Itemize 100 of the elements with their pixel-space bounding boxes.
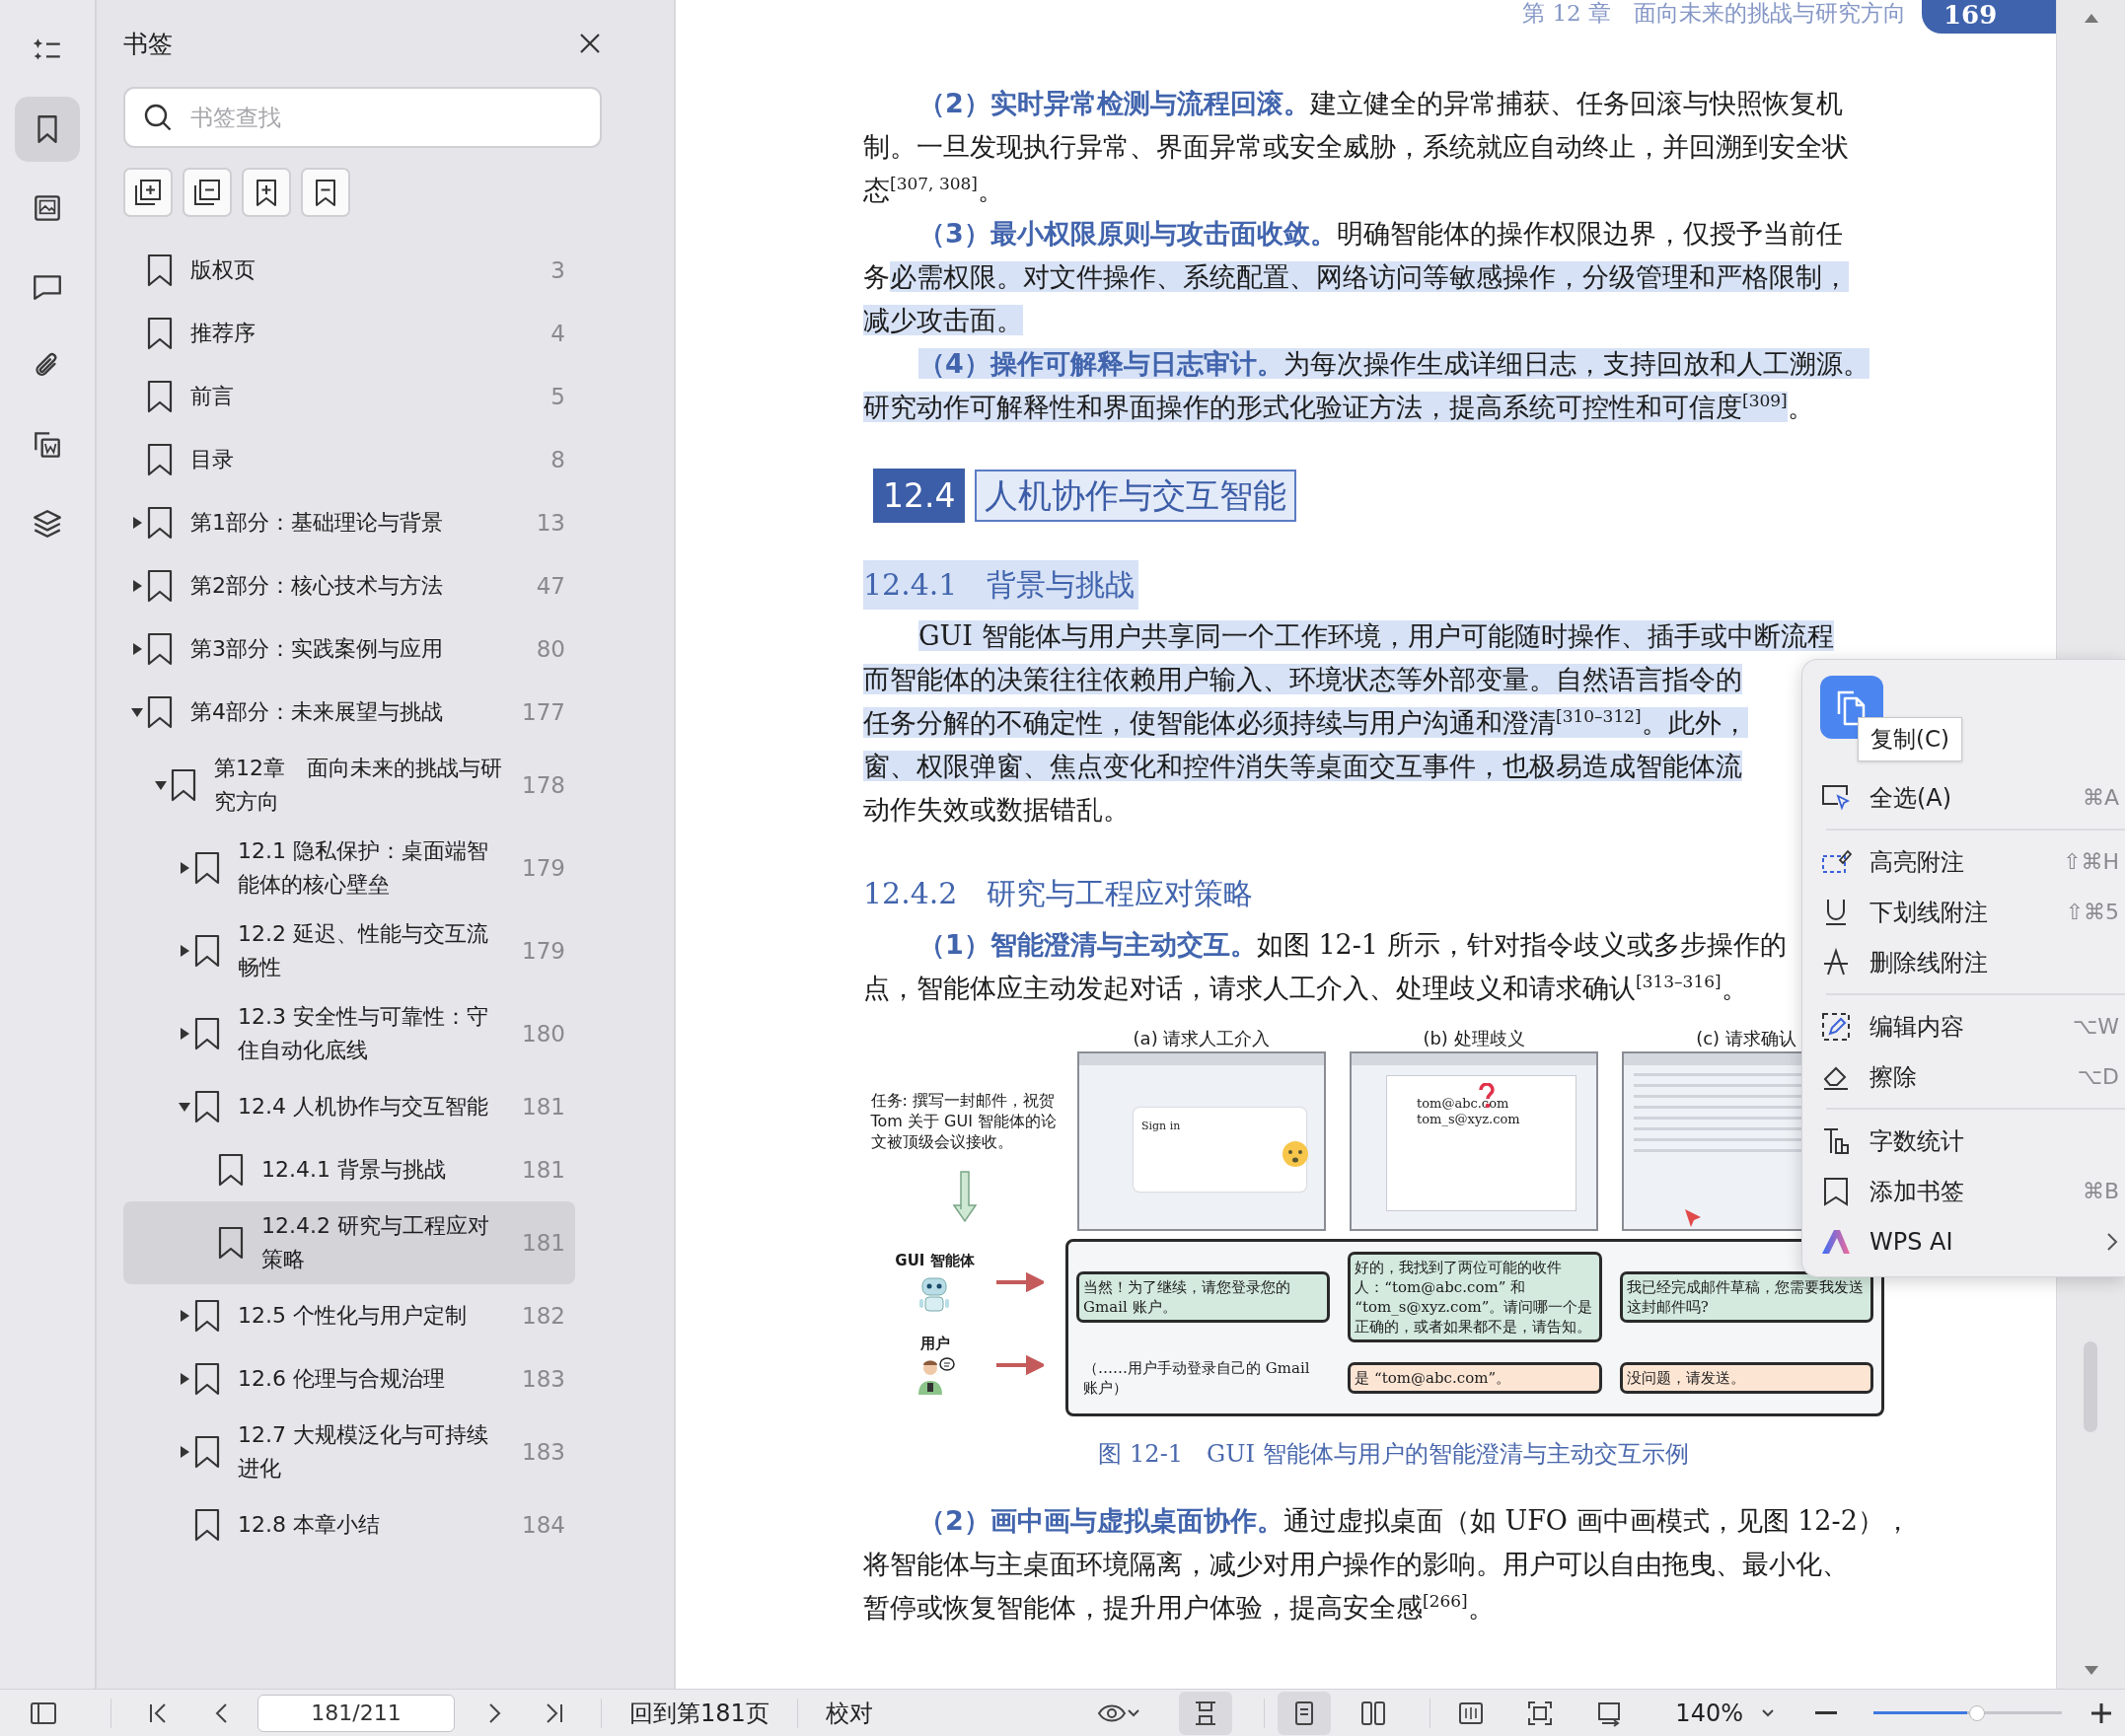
- collapse-all-icon: [191, 177, 223, 208]
- bookmark-item[interactable]: 推荐序 4: [123, 302, 575, 365]
- page-number: 184: [521, 1512, 566, 1538]
- caret-down-icon: [1761, 1706, 1775, 1719]
- triangle-icon[interactable]: [131, 516, 143, 530]
- view-mode-button[interactable]: [1278, 1691, 1332, 1735]
- page-number-badge: 169: [1922, 0, 2056, 34]
- paragraph: （4）操作可解释与日志审计。为每次操作生成详细日志，支持回放和人工溯源。 研究动作可解释性和界面操作的形式化验证方法，提高系统可控性和可信度$^{[309]}$。: [863, 347, 1869, 424]
- triangle-icon[interactable]: [131, 579, 143, 593]
- shortcut-label: ⌘A: [2082, 785, 2119, 810]
- proofread-button[interactable]: 校对: [811, 1691, 887, 1735]
- search-icon: [143, 103, 173, 132]
- menu-item[interactable]: WPS AI: [1820, 1216, 2125, 1266]
- shortcut-label: ⇧⌘5: [2065, 900, 2119, 924]
- toolbar-button[interactable]: [242, 168, 291, 217]
- page-number: 8: [550, 447, 566, 472]
- bookmark-item[interactable]: 12.1 隐私保护：桌面端智能体的核心壁垒 179: [123, 827, 575, 909]
- cursor-icon: [1683, 1207, 1703, 1229]
- bookmark-item[interactable]: 第1部分：基础理论与背景 13: [123, 491, 575, 554]
- shortcut-label: ⌘B: [2082, 1179, 2119, 1203]
- minus-icon: [1815, 1711, 1837, 1714]
- triangle-icon[interactable]: [154, 779, 168, 791]
- page-number: 80: [535, 636, 566, 662]
- scrollbar-thumb[interactable]: [2084, 1341, 2097, 1432]
- bookmark-item[interactable]: 第3部分：实践案例与应用 80: [123, 617, 575, 681]
- paragraph: （1）智能澄清与主动交互。如图 12-1 所示，针对指令歧义或多步操作的 点，智能体应主动发起对话，请求人工介入、处理歧义和请求确认$^{[313–316]}$。: [863, 928, 1787, 1005]
- bookmark-item[interactable]: 12.7 大规模泛化与可持续进化 183: [123, 1410, 575, 1493]
- triangle-icon[interactable]: [130, 706, 144, 718]
- bookmark-item[interactable]: 12.2 延迟、性能与交互流畅性 179: [123, 909, 575, 992]
- bookmark-item[interactable]: 第4部分：未来展望与挑战 177: [123, 681, 575, 744]
- up-arrow-icon[interactable]: [2084, 12, 2099, 24]
- bookmark-item[interactable]: 12.8 本章小结 184: [123, 1493, 575, 1556]
- bookmark-item[interactable]: 12.6 伦理与合规治理 183: [123, 1347, 575, 1410]
- page-number: 183: [521, 1439, 566, 1465]
- bookmark-item[interactable]: 12.4.1 背景与挑战 181: [123, 1138, 575, 1201]
- bookmark-icon: [147, 443, 173, 476]
- arrow-icon: [993, 1355, 1044, 1375]
- menu-item[interactable]: 字数统计: [1820, 1116, 2125, 1166]
- triangle-icon[interactable]: [179, 944, 190, 958]
- toolbar-button[interactable]: [123, 168, 173, 217]
- view-mode-button[interactable]: [1178, 1691, 1232, 1735]
- triangle-icon[interactable]: [179, 1445, 190, 1459]
- page-field[interactable]: 181/211: [256, 1694, 456, 1732]
- bookmark-item[interactable]: 版权页 3: [123, 239, 575, 302]
- agent-message: 当然！为了继续，请您登录您的 Gmail 账户。: [1076, 1271, 1331, 1323]
- bookmark-item[interactable]: 12.4 人机协作与交互智能 181: [123, 1075, 575, 1138]
- page-number: 13: [535, 510, 566, 536]
- down-arrow-icon[interactable]: [2084, 1665, 2099, 1677]
- bookmark-icon: [147, 632, 173, 666]
- two-page-icon: [1359, 1699, 1388, 1727]
- triangle-icon[interactable]: [179, 861, 190, 875]
- page-number: 3: [550, 257, 566, 283]
- paragraph: （2）实时异常检测与流程回滚。建立健全的异常捕获、任务回滚与快照恢复机 制。一旦发现执行异常、界面异常或安全威胁，系统就应自动终止，并回溯到安全状 态$^{[307, 308]}$。: [863, 87, 1849, 207]
- go-to-page-button[interactable]: 回到第181页: [616, 1691, 783, 1735]
- menu-item[interactable]: 全选(A) ⌘A: [1820, 772, 2125, 823]
- arrow-icon: [993, 1272, 1044, 1292]
- user-message: 是 “tom@abc.com”。: [1348, 1362, 1602, 1394]
- bookmark-icon: [194, 1299, 220, 1333]
- layers-icon: [31, 507, 64, 541]
- bookmark-icon: [147, 506, 173, 540]
- bookmark-icon: [147, 380, 173, 413]
- menu-item[interactable]: 编辑内容 ⌥W: [1820, 1001, 2125, 1051]
- bookmark-item[interactable]: 第2部分：核心技术与方法 47: [123, 554, 575, 617]
- toolbar-button[interactable]: [301, 168, 350, 217]
- panel-caption: (b) 处理歧义: [1423, 1027, 1525, 1050]
- worried-face-icon: [1282, 1140, 1309, 1168]
- page-number: 4: [550, 321, 566, 346]
- menu-item[interactable]: 下划线附注 ⇧⌘5: [1820, 887, 2125, 937]
- note-text: （……用户手动登录自己的 Gmail 账户）: [1082, 1358, 1311, 1399]
- bookmark-icon: [194, 851, 220, 885]
- panel-caption: (a) 请求人工介入: [1133, 1027, 1271, 1050]
- zoom-dropdown[interactable]: 140%: [1671, 1691, 1779, 1735]
- close-button[interactable]: [578, 32, 602, 55]
- bookmark-item[interactable]: 12.4.2 研究与工程应对策略 181: [123, 1201, 575, 1284]
- triangle-icon[interactable]: [131, 642, 143, 656]
- figure-caption: 图 12-1 GUI 智能体与用户的智能澄清与主动交互示例: [1097, 1439, 1690, 1470]
- agent-message: 我已经完成邮件草稿，您需要我发送这封邮件吗?: [1619, 1271, 1873, 1323]
- triangle-icon[interactable]: [179, 1309, 190, 1323]
- bookmark-item[interactable]: 前言 5: [123, 365, 575, 428]
- page-number: 182: [521, 1303, 566, 1329]
- task-description: 任务: 撰写一封邮件，祝贺Tom 关于 GUI 智能体的论文被顶级会议接收。: [870, 1090, 1058, 1152]
- page-number: 179: [521, 938, 566, 964]
- triangle-icon[interactable]: [179, 1027, 190, 1041]
- menu-item[interactable]: 删除线附注: [1820, 937, 2125, 987]
- bookmark-item[interactable]: 12.5 个性化与用户定制 182: [123, 1284, 575, 1347]
- bookmark-item[interactable]: 12.3 安全性与可靠性：守住自动化底线 180: [123, 992, 575, 1075]
- menu-item[interactable]: 擦除 ⌥D: [1820, 1051, 2125, 1102]
- triangle-icon[interactable]: [179, 1372, 190, 1386]
- menu-item[interactable]: 添加书签 ⌘B: [1820, 1166, 2125, 1216]
- triangle-icon[interactable]: [178, 1101, 191, 1113]
- toolbar-button[interactable]: [183, 168, 232, 217]
- sidebar-tab[interactable]: [15, 97, 80, 162]
- slider-thumb[interactable]: [1969, 1704, 1985, 1721]
- shortcut-label: ⌥D: [2077, 1064, 2119, 1089]
- shortcut-label: ⌥W: [2072, 1014, 2119, 1039]
- bookmark-icon: [147, 317, 173, 350]
- menu-item[interactable]: 高亮附注 ⇧⌘H: [1820, 836, 2125, 887]
- user-message: 没问题，请发送。: [1619, 1362, 1873, 1394]
- bookmark-item[interactable]: 目录 8: [123, 428, 575, 491]
- bookmark-icon: [194, 934, 220, 968]
